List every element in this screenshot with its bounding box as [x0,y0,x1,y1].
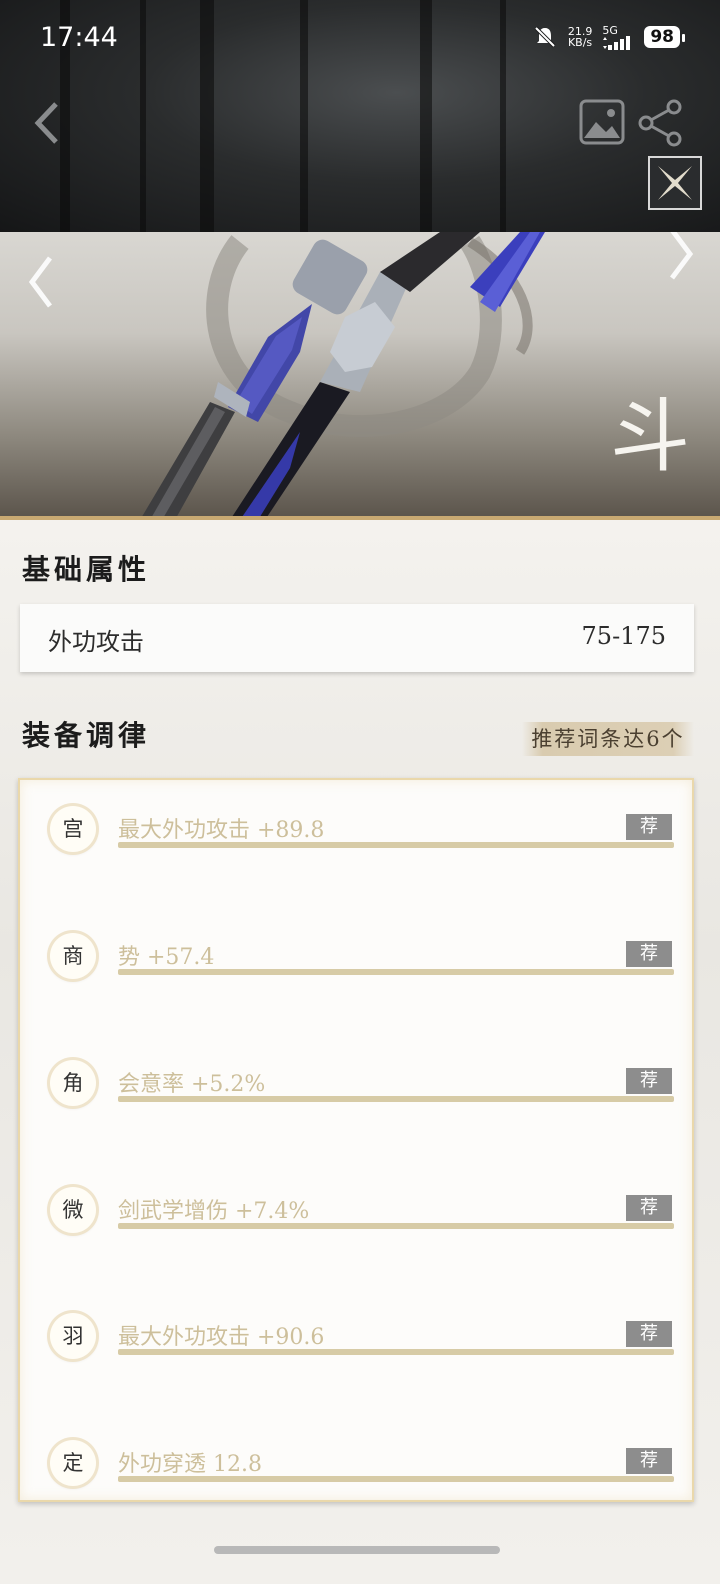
bamboo-decor [500,0,506,232]
tuning-progress-bar [118,1476,674,1482]
tuning-entry-text: 剑武学增伤 +7.4% [118,1199,310,1224]
base-attributes-title: 基础属性 [22,553,151,586]
tuning-title: 装备调律 [22,719,151,752]
weapon-display: 斗 [0,232,720,520]
note-badge: 宫 [50,806,96,852]
tuning-row[interactable]: 商 势 +57.4 荐 [20,933,696,993]
net-speed-unit: KB/s [567,36,593,49]
net-speed: 21.9 KB/s [568,26,593,48]
tuning-entry-text: 势 +57.4 [118,945,215,970]
attribute-name: 外功攻击 [48,628,144,656]
tuning-row[interactable]: 角 会意率 +5.2% 荐 [20,1060,696,1120]
tuning-progress-bar [118,1096,674,1102]
tuning-entry-text: 最大外功攻击 +90.6 [118,1325,325,1350]
status-time: 17:44 [40,22,118,53]
image-icon[interactable] [578,98,626,146]
recommend-badge: 荐 [626,1448,672,1474]
svg-text:斗: 斗 [610,390,690,483]
note-badge: 角 [50,1060,96,1106]
tuning-entry-text: 最大外功攻击 +89.8 [118,818,325,843]
tuning-progress-bar [118,1349,674,1355]
prev-weapon-icon[interactable] [22,254,62,310]
recommend-badge: 荐 [626,1068,672,1094]
note-badge: 商 [50,933,96,979]
back-icon[interactable] [30,100,64,146]
next-weapon-icon[interactable] [660,232,700,282]
home-indicator[interactable] [214,1546,500,1554]
weapon-illustration: 斗 [140,232,690,520]
tuning-entry-text: 外功穿透 12.8 [118,1452,262,1477]
share-icon[interactable] [636,98,684,148]
bamboo-decor [300,0,308,232]
recommend-badge: 荐 [626,814,672,840]
note-badge: 羽 [50,1313,96,1359]
bamboo-decor [140,0,146,232]
network-type: 5G [602,23,618,37]
tuning-row[interactable]: 定 外功穿透 12.8 荐 [20,1440,696,1500]
tuning-progress-bar [118,969,674,975]
tuning-progress-bar [118,842,674,848]
recommend-badge: 荐 [626,1321,672,1347]
battery-indicator: 98 [644,26,685,48]
tuning-progress-bar [118,1223,674,1229]
recommend-count-tag: 推荐词条达6个 [522,722,694,756]
recommend-badge: 荐 [626,1195,672,1221]
note-badge: 微 [50,1187,96,1233]
crossed-blades-icon[interactable] [648,156,702,210]
tuning-row[interactable]: 宫 最大外功攻击 +89.8 荐 [20,806,696,866]
bamboo-decor [420,0,432,232]
attribute-value: 75-175 [581,622,666,650]
note-badge: 定 [50,1440,96,1486]
status-icons: 21.9 KB/s 5G 98 [532,24,685,50]
bamboo-decor [200,0,214,232]
signal-group: 5G [602,25,634,50]
recommend-badge: 荐 [626,941,672,967]
bell-muted-icon [534,26,556,48]
tuning-entry-text: 会意率 +5.2% [118,1072,266,1097]
tuning-row[interactable]: 微 剑武学增伤 +7.4% 荐 [20,1187,696,1247]
header-banner: 17:44 21.9 KB/s 5G 98 [0,0,720,232]
tuning-row[interactable]: 羽 最大外功攻击 +90.6 荐 [20,1313,696,1373]
signal-icon [603,35,631,50]
tuning-card: 宫 最大外功攻击 +89.8 荐 商 势 +57.4 荐 角 会意率 +5.2%… [18,778,694,1502]
base-attribute-row: 外功攻击 75-175 [20,604,694,672]
